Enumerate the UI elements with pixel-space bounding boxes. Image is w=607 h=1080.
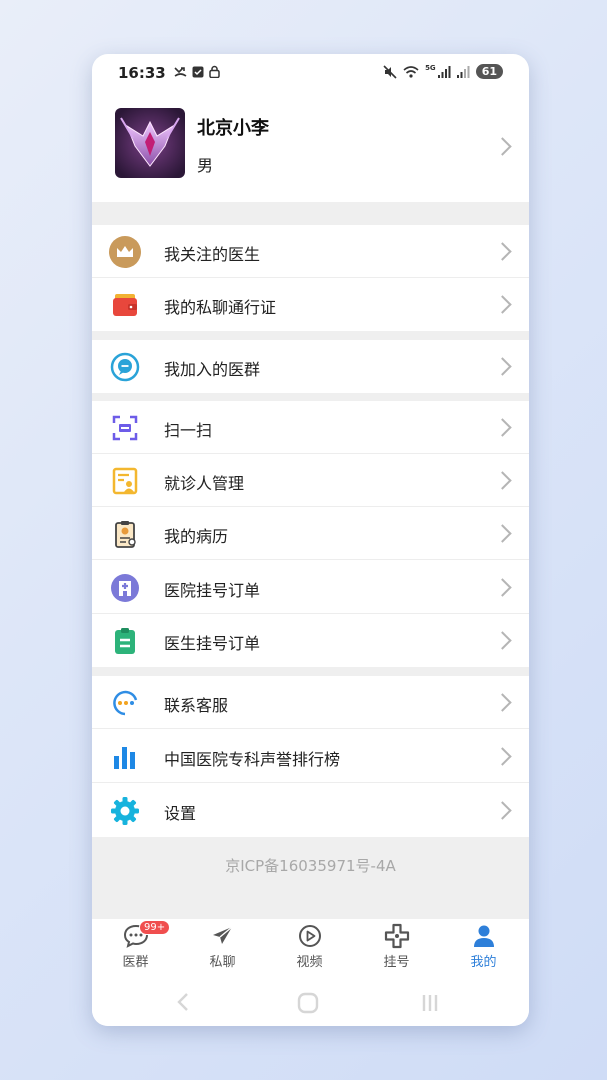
menu-item-patient-management[interactable]: 就诊人管理	[92, 454, 529, 507]
lock-icon	[209, 65, 220, 78]
chevron-right-icon	[493, 801, 512, 820]
tab-me[interactable]: 我的	[440, 919, 527, 979]
tab-label: 视频	[296, 955, 323, 970]
menu-label: 中国医院专科声誉排行榜	[164, 750, 341, 769]
menu-label: 我的私聊通行证	[164, 298, 277, 317]
chevron-right-icon	[493, 137, 512, 156]
group-chat-icon	[110, 352, 140, 382]
patient-card-icon	[112, 467, 138, 495]
status-time: 16:33	[118, 64, 166, 82]
system-nav-bar	[92, 979, 529, 1026]
footer: 京ICP备16035971号-4A	[92, 837, 529, 919]
status-bar: 16:33 5G 61	[92, 54, 529, 92]
menu-label: 我的病历	[164, 527, 229, 546]
menu-label: 就诊人管理	[164, 474, 245, 493]
chevron-right-icon	[493, 693, 512, 712]
chevron-right-icon	[493, 295, 512, 314]
user-name: 北京小李	[197, 118, 269, 139]
chevron-right-icon	[493, 357, 512, 376]
menu-label: 医生挂号订单	[164, 634, 261, 653]
phone-screen: 16:33 5G 61 北京小李 男 我关注的医生 我的私聊通行证 我加入的医群…	[92, 54, 529, 1026]
chevron-right-icon	[493, 471, 512, 490]
menu-item-ranking[interactable]: 中国医院专科声誉排行榜	[92, 730, 529, 783]
customer-service-icon	[113, 690, 138, 716]
recent-apps-icon[interactable]	[420, 993, 440, 1013]
signal-icon	[437, 65, 451, 78]
section-divider	[92, 202, 529, 225]
missed-call-icon	[174, 67, 187, 77]
paper-plane-icon	[213, 926, 233, 944]
chevron-right-icon	[493, 631, 512, 650]
person-icon	[474, 925, 494, 947]
chevron-right-icon	[493, 524, 512, 543]
menu-label: 联系客服	[164, 696, 229, 715]
menu-item-medical-records[interactable]: 我的病历	[92, 507, 529, 560]
avatar[interactable]	[115, 108, 185, 178]
section-divider	[92, 331, 529, 340]
menu-item-doctor-orders[interactable]: 医生挂号订单	[92, 614, 529, 667]
gear-icon	[111, 797, 139, 825]
crown-icon	[109, 236, 141, 268]
chevron-right-icon	[493, 578, 512, 597]
divider	[92, 782, 529, 783]
clipboard-icon	[115, 628, 135, 654]
icp-license: 京ICP备16035971号-4A	[225, 857, 396, 875]
hospital-icon	[111, 574, 139, 602]
divider	[92, 559, 529, 560]
menu-item-followed-doctors[interactable]: 我关注的医生	[92, 225, 529, 278]
menu-item-joined-groups[interactable]: 我加入的医群	[92, 340, 529, 393]
menu-item-customer-service[interactable]: 联系客服	[92, 676, 529, 729]
menu-label: 医院挂号订单	[164, 581, 261, 600]
play-circle-icon	[299, 925, 321, 947]
battery-indicator: 61	[475, 64, 503, 79]
chevron-right-icon	[493, 242, 512, 261]
section-divider	[92, 667, 529, 676]
medical-record-icon	[115, 521, 136, 548]
tab-video[interactable]: 视频	[266, 919, 353, 979]
tab-private-chat[interactable]: 私聊	[179, 919, 266, 979]
menu-label: 设置	[164, 804, 197, 823]
back-icon[interactable]	[176, 992, 190, 1012]
menu-label: 扫一扫	[164, 421, 213, 440]
home-icon[interactable]	[297, 992, 319, 1014]
checkbox-icon	[192, 66, 204, 77]
user-gender: 男	[197, 156, 214, 175]
tab-label: 我的	[470, 955, 497, 970]
menu-item-settings[interactable]: 设置	[92, 784, 529, 837]
wifi-icon	[403, 65, 419, 78]
wallet-icon	[113, 294, 137, 316]
menu-label: 我加入的医群	[164, 360, 261, 379]
unread-badge: 99+	[139, 920, 171, 935]
section-divider	[92, 393, 529, 401]
tab-registration[interactable]: 挂号	[353, 919, 440, 979]
scan-icon	[112, 415, 138, 441]
signal-icon-2	[456, 65, 470, 78]
profile-card[interactable]: 北京小李 男	[92, 92, 529, 202]
menu-item-private-chat-pass[interactable]: 我的私聊通行证	[92, 278, 529, 331]
mute-icon	[383, 64, 397, 79]
medical-cross-icon	[384, 923, 410, 949]
tab-label: 私聊	[209, 955, 236, 970]
bar-chart-icon	[114, 747, 135, 769]
menu-item-scan[interactable]: 扫一扫	[92, 401, 529, 454]
tab-label: 医群	[122, 955, 149, 970]
tab-groups[interactable]: 99+ 医群	[92, 919, 179, 979]
divider	[92, 728, 529, 729]
bottom-tab-bar: 99+ 医群 私聊 视频 挂号 我的	[92, 919, 529, 979]
chevron-right-icon	[493, 418, 512, 437]
menu-label: 我关注的医生	[164, 245, 261, 264]
menu-item-hospital-orders[interactable]: 医院挂号订单	[92, 561, 529, 614]
network-type: 5G	[425, 63, 436, 72]
tab-label: 挂号	[383, 955, 410, 970]
chevron-right-icon	[493, 747, 512, 766]
